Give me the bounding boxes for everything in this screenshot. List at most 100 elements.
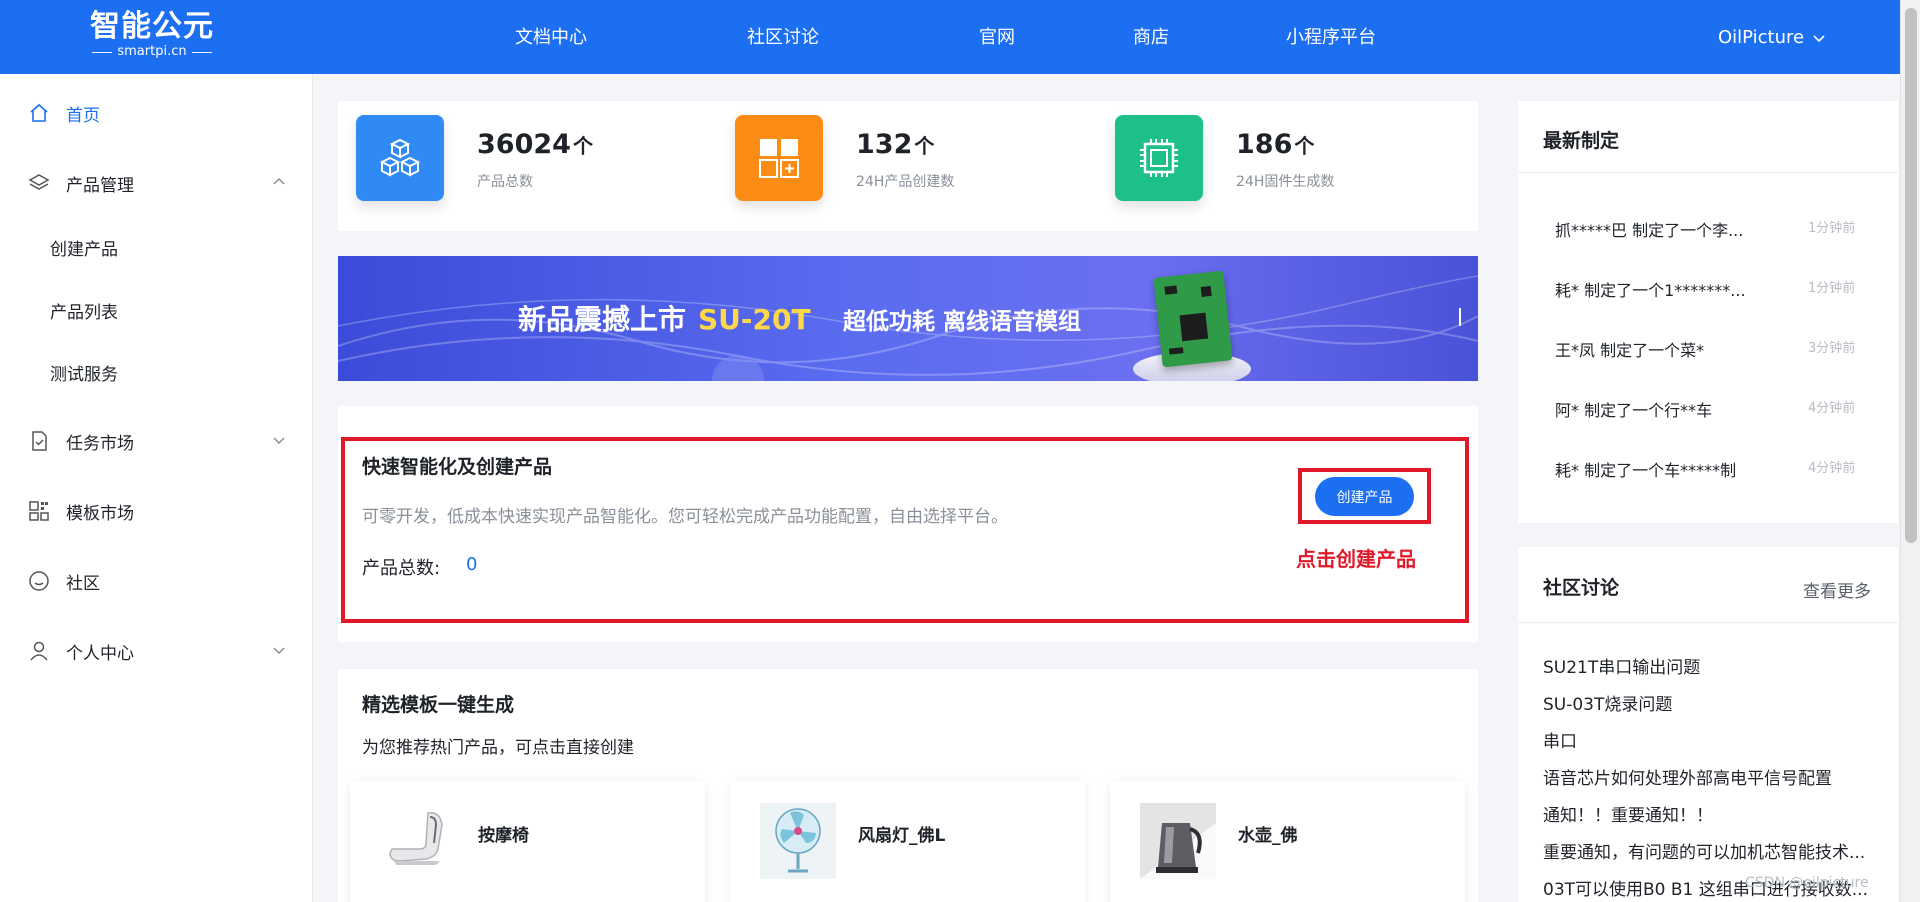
template-name: 水壶_佛 xyxy=(1238,826,1298,846)
template-card-fan-light[interactable]: 风扇灯_佛L xyxy=(730,781,1085,902)
sidebar-item-label: 首页 xyxy=(66,105,100,126)
banner-headline: 新品震撼上市 SU-20T xyxy=(518,303,811,336)
stat-icon-box xyxy=(735,115,823,201)
template-name: 按摩椅 xyxy=(478,826,529,846)
sidebar-item-product-list[interactable]: 产品列表 xyxy=(0,288,313,332)
banner-model: SU-20T xyxy=(698,303,811,336)
feed-time: 1分钟前 xyxy=(1808,281,1856,296)
stat-icon-box xyxy=(356,115,444,201)
home-icon xyxy=(30,103,48,122)
banner-features: 超低功耗 离线语音模组 xyxy=(843,309,1082,335)
user-menu[interactable]: OilPicture xyxy=(1718,26,1826,50)
nav-docs[interactable]: 文档中心 xyxy=(515,26,587,50)
sidebar-item-task-market[interactable]: 任务市场 xyxy=(0,419,313,463)
stat-value: 36024 个 xyxy=(477,129,593,160)
watermark: CSDN @oilpicture xyxy=(1745,875,1869,891)
sidebar-item-label: 任务市场 xyxy=(66,433,134,454)
list-item[interactable]: 抓*****巴 制定了一个李... 1分钟前 xyxy=(1555,213,1885,243)
feed-text: 耗* 制定了一个1*******... xyxy=(1555,281,1746,300)
sidebar-item-label: 个人中心 xyxy=(66,643,134,664)
massage-chair-image xyxy=(389,812,443,865)
quick-create-title: 快速智能化及创建产品 xyxy=(362,456,553,478)
stat-value: 186 个 xyxy=(1236,129,1315,160)
sidebar-item-personal-center[interactable]: 个人中心 xyxy=(0,629,313,673)
stat-icon-box xyxy=(1115,115,1203,201)
layers-icon xyxy=(28,174,50,190)
community-post[interactable]: 语音芯片如何处理外部高电平信号配置 xyxy=(1543,764,1878,789)
sidebar-item-home[interactable]: 首页 xyxy=(0,91,313,135)
template-card-kettle[interactable]: 水壶_佛 xyxy=(1110,781,1465,902)
feed-text: 阿* 制定了一个行**车 xyxy=(1555,401,1713,420)
sidebar-item-label: 创建产品 xyxy=(50,239,118,260)
feed-text: 王*凤 制定了一个菜* xyxy=(1555,341,1705,360)
module-image xyxy=(1153,270,1233,368)
logo[interactable]: 智能公元 smartpi.cn xyxy=(86,10,218,66)
sidebar-item-label: 社区 xyxy=(66,573,100,594)
templates-title: 精选模板一键生成 xyxy=(362,694,515,716)
templates-subtitle: 为您推荐热门产品，可点击直接创建 xyxy=(362,738,634,758)
sidebar-item-label: 产品管理 xyxy=(66,175,134,196)
product-count-label: 产品总数: xyxy=(362,558,441,579)
template-name: 风扇灯_佛L xyxy=(858,826,946,846)
community-post[interactable]: 通知！！重要通知！！ xyxy=(1543,801,1878,826)
sidebar: 首页 产品管理 创建产品 产品列表 测试服务 任务市场 模板市场 社区 个人中心 xyxy=(0,74,313,902)
sidebar-item-test-service[interactable]: 测试服务 xyxy=(0,350,313,394)
feed-time: 1分钟前 xyxy=(1808,221,1856,236)
nav-store[interactable]: 商店 xyxy=(1133,26,1169,50)
logo-domain: smartpi.cn xyxy=(86,44,218,60)
community-post[interactable]: SU-03T烧录问题 xyxy=(1543,690,1878,715)
sidebar-item-create-product[interactable]: 创建产品 xyxy=(0,225,313,269)
chevron-up-icon xyxy=(273,178,285,185)
feed-text: 抓*****巴 制定了一个李... xyxy=(1555,221,1744,240)
list-item[interactable]: 耗* 制定了一个车*****制 4分钟前 xyxy=(1555,453,1885,483)
stat-value: 132 个 xyxy=(856,129,935,160)
product-count-value: 0 xyxy=(466,554,478,575)
smile-icon xyxy=(29,571,49,591)
user-name: OilPicture xyxy=(1718,27,1805,48)
nav-community[interactable]: 社区讨论 xyxy=(747,26,819,50)
chevron-down-icon xyxy=(1813,35,1825,43)
carousel-indicator[interactable] xyxy=(1459,308,1461,326)
sidebar-item-label: 产品列表 xyxy=(50,302,118,323)
user-icon xyxy=(30,641,48,661)
feed-time: 4分钟前 xyxy=(1808,461,1856,476)
grid-icon xyxy=(29,501,49,521)
create-product-button[interactable]: 创建产品 xyxy=(1315,477,1414,516)
list-item[interactable]: 阿* 制定了一个行**车 4分钟前 xyxy=(1555,393,1885,423)
community-post[interactable]: 串口 xyxy=(1543,727,1878,752)
view-more-link[interactable]: 查看更多 xyxy=(1803,577,1871,602)
chip-icon xyxy=(1140,139,1178,177)
community-title: 社区讨论 xyxy=(1543,577,1620,599)
feed-time: 3分钟前 xyxy=(1808,341,1856,356)
kettle-image xyxy=(1140,803,1216,879)
nav-miniprogram[interactable]: 小程序平台 xyxy=(1286,26,1376,50)
sidebar-item-community[interactable]: 社区 xyxy=(0,559,313,603)
latest-title: 最新制定 xyxy=(1543,130,1620,152)
stat-label: 24H产品创建数 xyxy=(856,174,955,190)
nav-official-site[interactable]: 官网 xyxy=(979,26,1015,50)
fan-image xyxy=(760,803,836,879)
chevron-down-icon xyxy=(273,437,285,444)
template-card-massage-chair[interactable]: 按摩椅 xyxy=(350,781,705,902)
top-nav-bar: 智能公元 smartpi.cn 文档中心 社区讨论 官网 商店 小程序平台 Oi… xyxy=(0,0,1900,74)
sidebar-item-product-management[interactable]: 产品管理 xyxy=(0,161,313,205)
stats-card xyxy=(338,101,1478,231)
stat-label: 24H固件生成数 xyxy=(1236,174,1335,190)
list-item[interactable]: 王*凤 制定了一个菜* 3分钟前 xyxy=(1555,333,1885,363)
list-item[interactable]: 耗* 制定了一个1*******... 1分钟前 xyxy=(1555,273,1885,303)
community-post[interactable]: 重要通知，有问题的可以加机芯智能技术... xyxy=(1543,838,1878,863)
task-icon xyxy=(32,431,47,451)
divider xyxy=(1518,172,1898,173)
feed-time: 4分钟前 xyxy=(1808,401,1856,416)
scrollbar-thumb[interactable] xyxy=(1905,8,1917,543)
feed-text: 耗* 制定了一个车*****制 xyxy=(1555,461,1737,480)
stat-label: 产品总数 xyxy=(477,174,533,190)
divider xyxy=(1518,622,1898,623)
chevron-down-icon xyxy=(273,647,285,654)
community-post[interactable]: SU21T串口输出问题 xyxy=(1543,653,1878,678)
promo-banner[interactable]: 新品震撼上市 SU-20T 超低功耗 离线语音模组 xyxy=(338,256,1478,381)
create-product-hint: 点击创建产品 xyxy=(1296,547,1416,571)
page-scrollbar[interactable] xyxy=(1900,0,1920,902)
sidebar-item-template-market[interactable]: 模板市场 xyxy=(0,489,313,533)
cubes-icon xyxy=(379,138,421,177)
